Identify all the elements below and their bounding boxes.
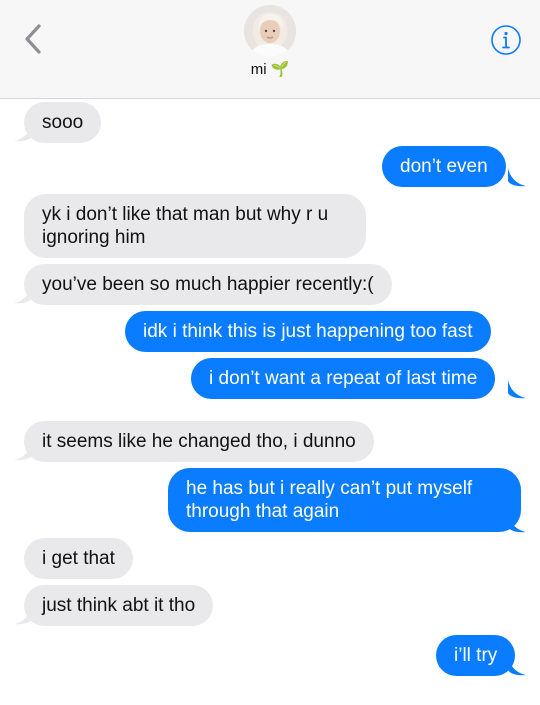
message-bubble-incoming[interactable]: i get that (24, 538, 133, 579)
info-button[interactable] (490, 24, 522, 56)
chevron-left-icon (25, 24, 41, 54)
message-text: i get that (42, 548, 115, 569)
seedling-emoji: 🌱 (270, 61, 290, 78)
bubble-tail-outgoing (508, 514, 526, 533)
message-text: it seems like he changed tho, i dunno (42, 431, 356, 452)
message-bubble-incoming[interactable]: you’ve been so much happier recently:( (24, 264, 392, 305)
bubble-tail-incoming (14, 123, 32, 142)
message-bubble-incoming[interactable]: yk i don’t like that man but why r u ign… (24, 194, 366, 258)
bubble-tail-outgoing (508, 657, 526, 676)
message-bubble-outgoing[interactable]: don’t even (382, 146, 506, 187)
avatar[interactable] (244, 5, 296, 57)
message-bubble-outgoing[interactable]: i don’t want a repeat of last time (191, 358, 496, 399)
message-text: idk i think this is just happening too f… (143, 321, 473, 342)
message-bubble-outgoing[interactable]: idk i think this is just happening too f… (125, 311, 491, 352)
message-bubble-outgoing[interactable]: he has but i really can’t put myself thr… (168, 468, 521, 532)
bubble-tail-outgoing (508, 380, 526, 399)
message-bubble-incoming[interactable]: just think abt it tho (24, 585, 214, 626)
message-text: i don’t want a repeat of last time (209, 368, 478, 389)
back-button[interactable] (18, 22, 48, 56)
bubble-tail-incoming (14, 285, 32, 304)
contact-photo (244, 5, 296, 57)
contact-name: mi (250, 60, 267, 78)
message-list[interactable]: sooo don’t even yk i don’t like that man… (0, 99, 540, 705)
info-icon (491, 25, 521, 55)
bubble-tail-outgoing (508, 168, 526, 187)
message-text: yk i don’t like that man but why r u ign… (42, 204, 329, 248)
conversation-header: mi 🌱 (0, 0, 540, 99)
message-text: you’ve been so much happier recently:( (42, 274, 374, 295)
bubble-tail-incoming (14, 442, 32, 461)
message-text: don’t even (400, 156, 488, 177)
message-text: just think abt it tho (42, 595, 196, 616)
bubble-tail-incoming (14, 606, 32, 625)
message-bubble-incoming[interactable]: it seems like he changed tho, i dunno (24, 421, 374, 462)
message-bubble-outgoing[interactable]: i’ll try (436, 635, 516, 676)
message-text: i’ll try (454, 645, 498, 666)
message-text: sooo (42, 112, 84, 133)
message-bubble-incoming[interactable]: sooo (24, 102, 102, 143)
message-text: he has but i really can’t put myself thr… (186, 478, 473, 522)
contact-name-row[interactable]: mi 🌱 (0, 60, 540, 79)
